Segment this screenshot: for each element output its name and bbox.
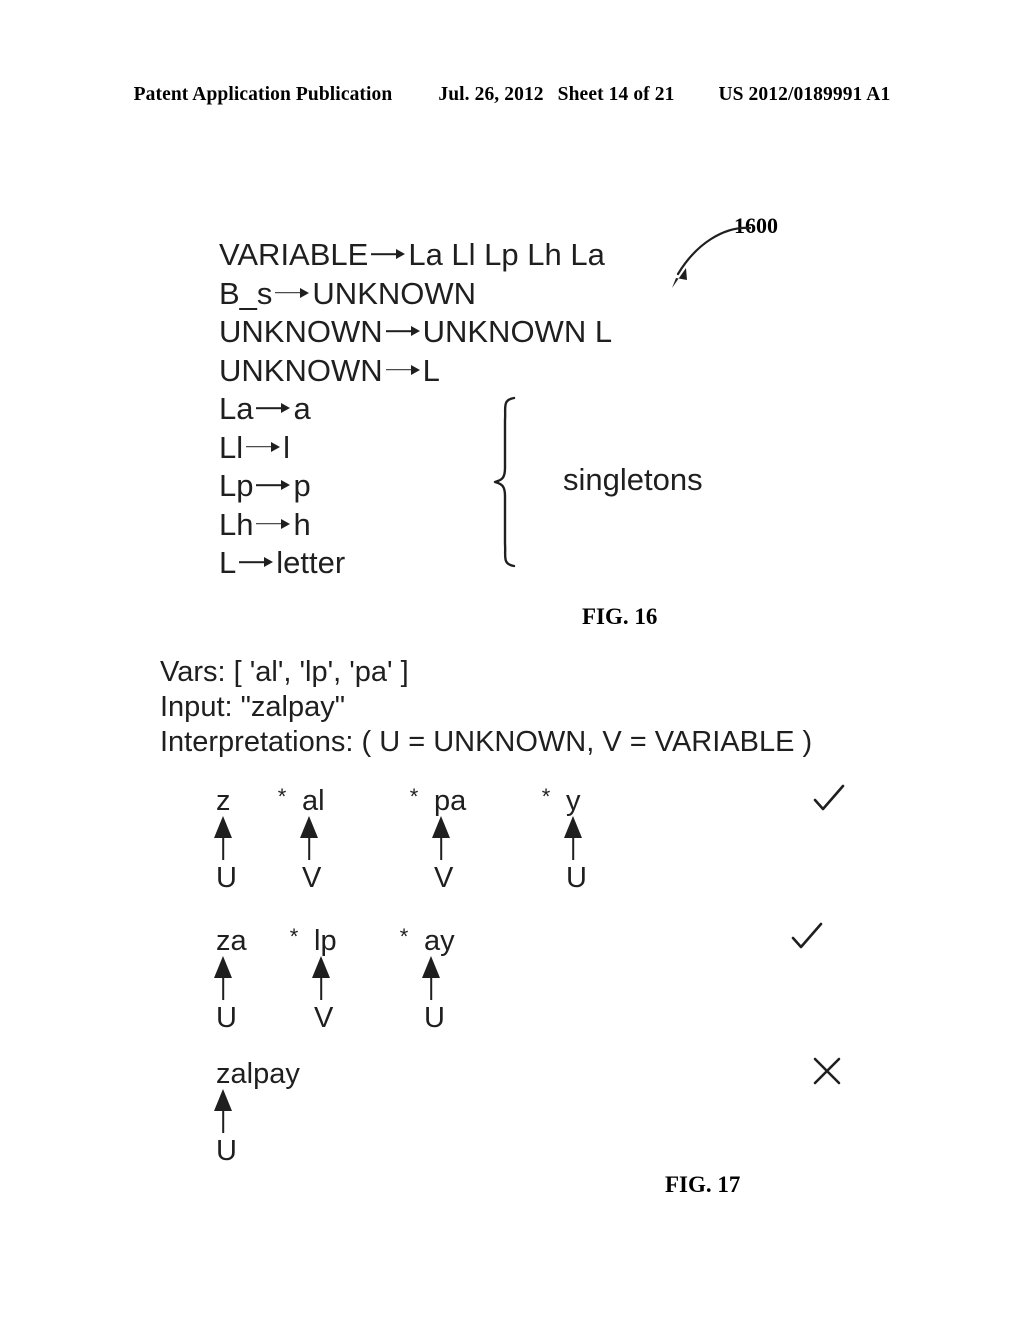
arrow-slot: [566, 816, 612, 860]
grammar-rule-list: VARIABLE La Ll Lp Lh La B_s UNKNOWN UNKNOWN U…: [219, 236, 612, 583]
figure-17-preamble: Vars: [ 'al', 'lp', 'pa' ] Input: "zalpa…: [160, 655, 812, 760]
grammar-rule: UNKNOWN L: [219, 352, 612, 391]
interpretation-token: za: [216, 925, 247, 957]
grammar-rule: B_s UNKNOWN: [219, 275, 612, 314]
figure-17-caption: FIG. 17: [665, 1172, 741, 1197]
figure-16-caption: FIG. 16: [582, 604, 658, 629]
up-arrow-icon: [434, 816, 448, 860]
up-arrow-icon: [424, 956, 438, 1000]
grammar-rule: VARIABLE La Ll Lp Lh La: [219, 236, 612, 275]
rule-lhs: UNKNOWN: [219, 352, 383, 388]
interpretation-label: V: [314, 1002, 334, 1034]
singletons-brace-icon: [493, 396, 516, 568]
interpretation-label: U: [566, 862, 587, 894]
leader-line-arrow-icon: [672, 226, 752, 288]
arrow-slot: [216, 956, 274, 1000]
vars-line: Vars: [ 'al', 'lp', 'pa' ]: [160, 656, 409, 688]
token-separator: *: [409, 784, 419, 809]
rule-rhs: L: [422, 352, 440, 388]
interpretation-token: lp: [314, 925, 337, 957]
up-arrow-icon: [216, 1089, 230, 1133]
verdict-cross-icon: [812, 1056, 842, 1086]
arrow-slot: [434, 816, 526, 860]
up-arrow-icon: [302, 816, 316, 860]
rule-lhs: UNKNOWN: [219, 314, 383, 349]
rule-lhs: La: [219, 391, 254, 426]
rule-rhs: p: [293, 468, 311, 503]
rule-lhs: Lp: [219, 468, 254, 503]
singletons-label: singletons: [563, 462, 703, 497]
rule-rhs: La Ll Lp Lh La: [408, 237, 605, 272]
interpretation-label: V: [434, 862, 454, 894]
arrow-slot: [424, 956, 494, 1000]
grammar-rule: Ll l: [219, 429, 612, 468]
interpretation-labels: UVVU: [216, 862, 612, 895]
interpretation-token: zalpay: [216, 1058, 300, 1090]
rule-lhs: VARIABLE: [219, 237, 369, 272]
interpretation-token: z: [216, 785, 231, 817]
verdict-check-icon: [812, 784, 846, 814]
grammar-rule: UNKNOWN UNKNOWN L: [219, 313, 612, 352]
up-arrow-icon: [566, 816, 580, 860]
rule-rhs: letter: [276, 545, 346, 580]
interpretation-labels: UVU: [216, 1002, 494, 1035]
patent-header: Patent Application Publication Jul. 26, …: [0, 84, 1024, 106]
interpretation-label: U: [216, 862, 237, 894]
grammar-rule: Lh h: [219, 506, 612, 545]
interpretation-arrows: [216, 816, 612, 862]
grammar-rule: Lletter: [219, 544, 612, 583]
rule-rhs: l: [283, 429, 291, 465]
interpretation-tokens: za * lp * ay: [216, 924, 494, 957]
interpretation-token: y: [566, 785, 581, 817]
rule-rhs: UNKNOWN L: [422, 314, 613, 349]
token-separator: *: [541, 784, 551, 809]
interpretation-token: al: [302, 785, 325, 817]
publication-number: US 2012/0189991 A1: [718, 84, 891, 105]
interpretation-tokens: z * al * pa * y: [216, 784, 612, 817]
publication-label: Patent Application Publication: [133, 84, 393, 105]
grammar-rule: La a: [219, 390, 612, 429]
token-separator: *: [399, 924, 409, 949]
interpretation-arrows: [216, 956, 494, 1002]
rule-rhs: UNKNOWN: [312, 275, 477, 311]
interpretation-label: U: [424, 1002, 445, 1034]
rule-rhs: h: [293, 506, 311, 542]
up-arrow-icon: [216, 956, 230, 1000]
interpretation-arrows: [216, 1089, 366, 1135]
rule-lhs: L: [219, 545, 237, 580]
verdict-check-icon: [790, 922, 824, 952]
rule-lhs: Ll: [219, 429, 244, 465]
token-separator: *: [289, 924, 299, 949]
arrow-slot: [314, 956, 384, 1000]
grammar-rule: Lp p: [219, 467, 612, 506]
interpretation-label: V: [302, 862, 322, 894]
interpretations-line: Interpretations: ( U = UNKNOWN, V = VARI…: [160, 726, 813, 758]
up-arrow-icon: [314, 956, 328, 1000]
interpretation-label: U: [216, 1002, 237, 1034]
rule-rhs: a: [293, 391, 311, 426]
rule-lhs: B_s: [219, 275, 273, 311]
up-arrow-icon: [216, 816, 230, 860]
input-line: Input: "zalpay": [160, 691, 346, 723]
interpretation-token: pa: [434, 785, 467, 817]
publication-date: Jul. 26, 2012: [438, 84, 544, 105]
arrow-slot: [216, 816, 262, 860]
interpretation-labels: U: [216, 1135, 366, 1168]
interpretation-label: U: [216, 1135, 237, 1167]
interpretation-token: ay: [424, 925, 455, 957]
interpretation-tokens: zalpay: [216, 1059, 366, 1089]
sheet-number: Sheet 14 of 21: [557, 84, 675, 105]
token-separator: *: [277, 784, 287, 809]
rule-lhs: Lh: [219, 506, 254, 542]
arrow-slot: [216, 1089, 366, 1133]
arrow-slot: [302, 816, 394, 860]
